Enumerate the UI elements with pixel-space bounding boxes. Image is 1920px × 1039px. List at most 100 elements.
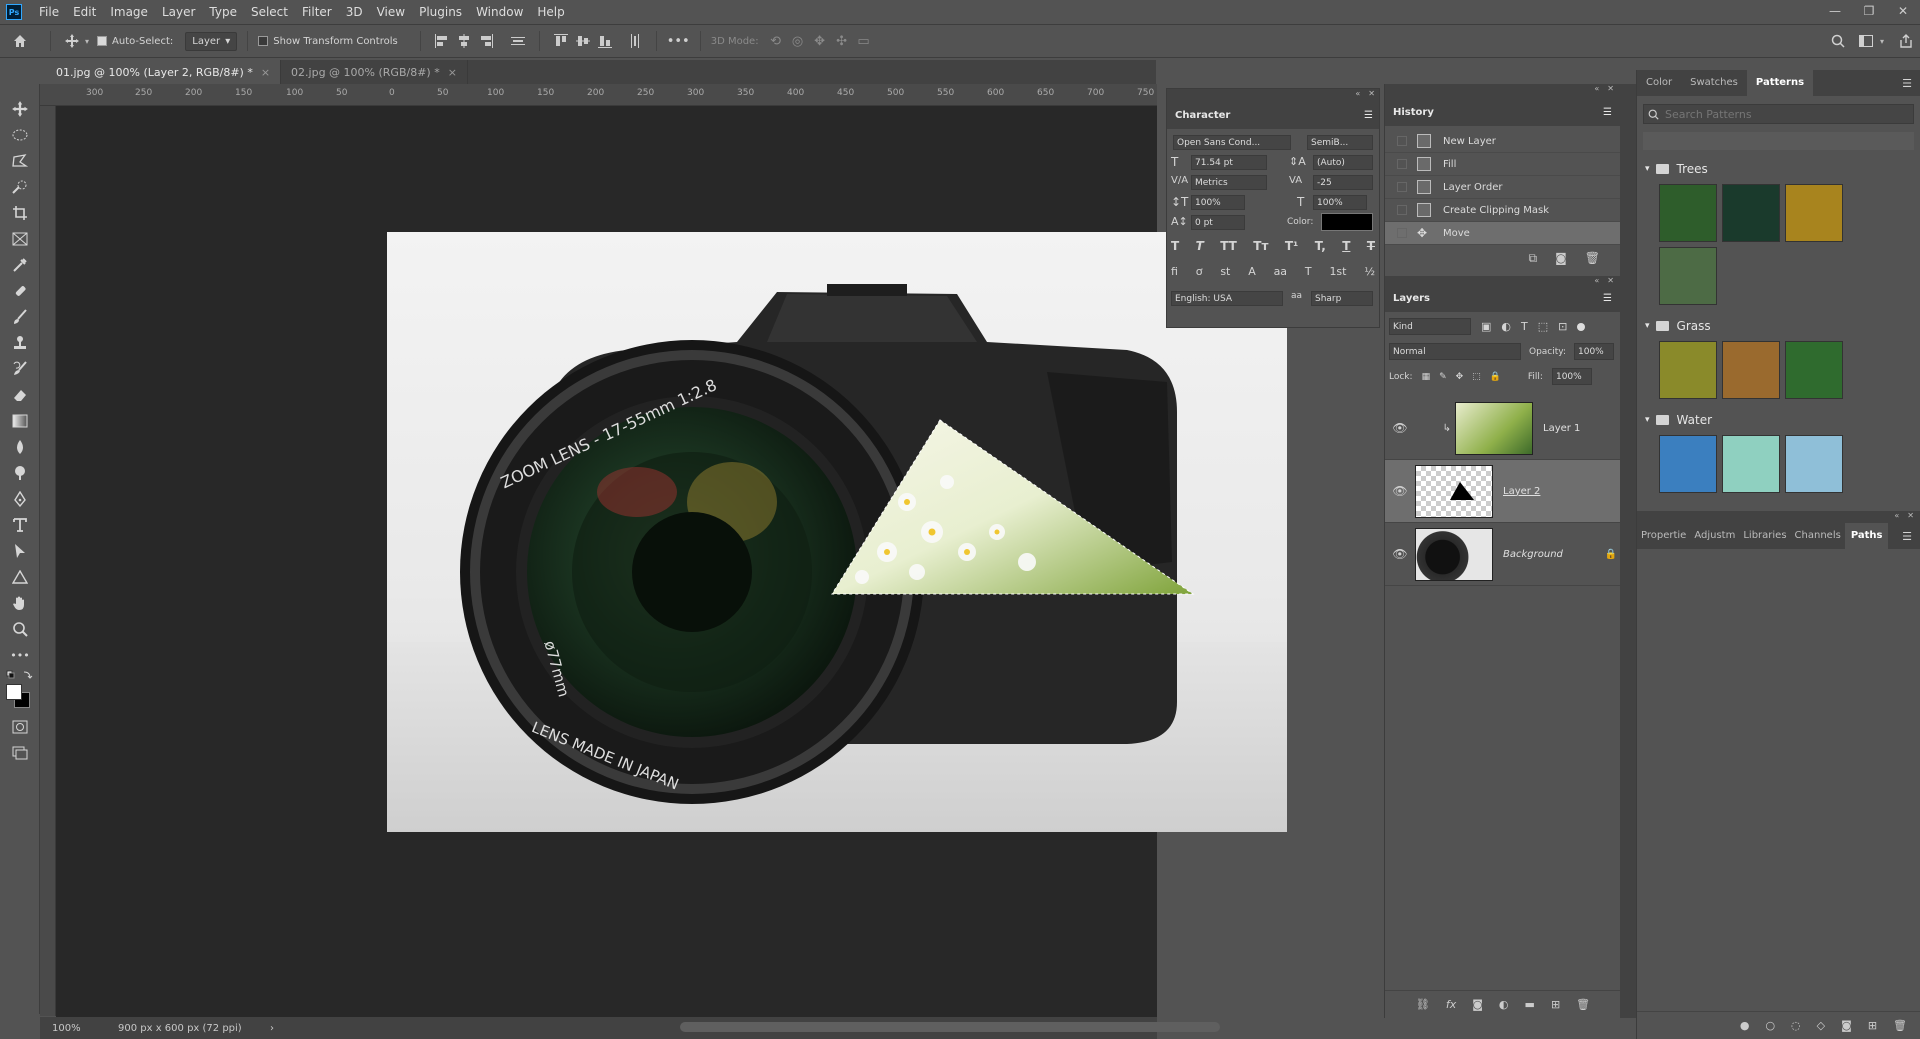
stroke-path-icon[interactable]: ○ [1765, 1019, 1775, 1032]
visibility-eye-icon[interactable]: 👁 [1385, 421, 1415, 435]
close-icon[interactable]: ✕ [1907, 511, 1914, 523]
lock-position-icon[interactable]: ✥ [1456, 372, 1464, 382]
close-icon[interactable]: × [448, 66, 457, 79]
close-icon[interactable]: × [261, 66, 270, 79]
font-size-input[interactable]: 71.54 pt [1191, 155, 1267, 170]
layer-name[interactable]: Layer 1 [1543, 423, 1580, 434]
trash-icon[interactable]: 🗑 [1585, 251, 1600, 266]
pattern-swatch[interactable] [1785, 184, 1843, 242]
opacity-input[interactable]: 100% [1574, 343, 1614, 360]
titling-button[interactable]: aa [1274, 265, 1287, 278]
small-caps-button[interactable]: Tт [1253, 239, 1268, 253]
ligatures-button[interactable]: fi [1171, 265, 1178, 278]
tab-properties[interactable]: Propertie [1637, 523, 1690, 549]
horizontal-scrollbar[interactable] [680, 1022, 1220, 1032]
panel-menu-icon[interactable]: ☰ [1364, 110, 1373, 121]
link-layers-icon[interactable]: ⛓ [1416, 998, 1430, 1011]
new-layer-icon[interactable]: ⊞ [1551, 998, 1560, 1011]
lasso-tool-icon[interactable] [0, 148, 40, 174]
underline-button[interactable]: T [1342, 239, 1350, 253]
pattern-swatch[interactable] [1722, 184, 1780, 242]
shape-tool-icon[interactable] [0, 564, 40, 590]
new-document-from-state-icon[interactable]: ⧉ [1529, 251, 1538, 266]
antialias-select[interactable]: Sharp [1311, 291, 1373, 306]
horizontal-ruler[interactable]: 300 250 200 150 100 50 0 50 100 150 200 … [64, 84, 1157, 106]
pattern-group-header[interactable]: ▾ Trees [1637, 158, 1920, 180]
restore-button[interactable]: ❐ [1852, 0, 1886, 24]
marquee-tool-icon[interactable] [0, 122, 40, 148]
menu-image[interactable]: Image [103, 0, 155, 24]
kerning-select[interactable]: Metrics [1191, 175, 1267, 190]
move-tool-preset-icon[interactable] [61, 30, 83, 52]
font-style-select[interactable]: SemiB... [1307, 135, 1373, 150]
snapshot-icon[interactable]: ◙ [1555, 251, 1567, 266]
distribute-icon[interactable] [507, 30, 529, 52]
close-icon[interactable]: ✕ [1368, 89, 1375, 101]
new-path-icon[interactable]: ⊞ [1868, 1019, 1877, 1032]
gradient-tool-icon[interactable] [0, 408, 40, 434]
dodge-tool-icon[interactable] [0, 460, 40, 486]
baseline-input[interactable]: 0 pt [1191, 215, 1245, 230]
align-vcenter-icon[interactable] [572, 30, 594, 52]
move-tool-icon[interactable] [0, 96, 40, 122]
lock-transparent-icon[interactable]: ▦ [1422, 372, 1431, 382]
screen-mode-icon[interactable] [0, 740, 40, 766]
panel-menu-icon[interactable]: ☰ [1902, 77, 1912, 90]
adjustment-layer-icon[interactable]: ◐ [1499, 998, 1509, 1011]
trash-icon[interactable]: 🗑 [1576, 998, 1590, 1011]
all-caps-button[interactable]: TT [1220, 239, 1237, 253]
language-select[interactable]: English: USA [1171, 291, 1283, 306]
lock-artboard-icon[interactable]: ⬚ [1472, 372, 1481, 382]
history-item[interactable]: Create Clipping Mask [1385, 199, 1620, 222]
layer-row[interactable]: 👁 ↳ Layer 1 [1385, 397, 1620, 460]
history-item[interactable]: Layer Order [1385, 176, 1620, 199]
tab-patterns[interactable]: Patterns [1746, 70, 1814, 96]
history-brush-tool-icon[interactable] [0, 356, 40, 382]
pattern-swatch[interactable] [1722, 341, 1780, 399]
menu-plugins[interactable]: Plugins [412, 0, 469, 24]
blur-tool-icon[interactable] [0, 434, 40, 460]
menu-help[interactable]: Help [530, 0, 571, 24]
visibility-eye-icon[interactable]: 👁 [1385, 547, 1415, 561]
layer-name[interactable]: Background [1503, 549, 1563, 560]
fill-path-icon[interactable]: ● [1740, 1019, 1750, 1032]
lock-image-icon[interactable]: ✎ [1439, 372, 1447, 382]
tab-document-01[interactable]: 01.jpg @ 100% (Layer 2, RGB/8#) * × [46, 60, 282, 84]
fx-icon[interactable]: fx [1446, 998, 1456, 1011]
layers-title[interactable]: Layers [1393, 293, 1430, 304]
strikethrough-button[interactable]: T [1367, 239, 1375, 253]
pattern-swatch[interactable] [1659, 184, 1717, 242]
chevron-down-icon[interactable]: ▾ [1880, 37, 1884, 46]
make-work-path-icon[interactable]: ◇ [1817, 1019, 1825, 1032]
history-item[interactable]: ✥ Move [1385, 222, 1620, 245]
search-patterns-field[interactable] [1643, 104, 1914, 124]
pattern-group-header[interactable]: ▾ Water [1637, 409, 1920, 431]
dock-divider[interactable] [1620, 84, 1636, 1018]
eraser-tool-icon[interactable] [0, 382, 40, 408]
history-title[interactable]: History [1393, 107, 1434, 118]
align-right-icon[interactable] [475, 30, 497, 52]
panel-menu-icon[interactable]: ☰ [1902, 530, 1912, 543]
swap-colors-icon[interactable] [6, 670, 36, 684]
layer-row[interactable]: 👁 Layer 2 [1385, 460, 1620, 523]
history-item[interactable]: New Layer [1385, 130, 1620, 153]
adjustment-filter-icon[interactable]: ◐ [1501, 320, 1511, 333]
align-bottom-icon[interactable] [594, 30, 616, 52]
collapse-icon[interactable]: « [1355, 89, 1360, 101]
tab-libraries[interactable]: Libraries [1739, 523, 1790, 549]
home-icon[interactable] [0, 30, 40, 52]
panel-menu-icon[interactable]: ☰ [1603, 107, 1612, 118]
faux-bold-button[interactable]: T [1171, 239, 1179, 253]
leading-input[interactable]: (Auto) [1313, 155, 1373, 170]
auto-select-checkbox[interactable] [97, 36, 108, 46]
zoom-tool-icon[interactable] [0, 616, 40, 642]
history-item[interactable]: Fill [1385, 153, 1620, 176]
faux-italic-button[interactable]: T [1196, 239, 1204, 253]
close-icon[interactable]: ✕ [1607, 276, 1614, 285]
document-info[interactable]: 900 px x 600 px (72 ppi) [118, 1023, 258, 1034]
tracking-select[interactable]: -25 [1313, 175, 1373, 190]
hand-tool-icon[interactable] [0, 590, 40, 616]
fractions-button[interactable]: ½ [1364, 265, 1375, 278]
layer-name[interactable]: Layer 2 [1503, 486, 1540, 497]
more-tools-icon[interactable]: ••• [0, 642, 40, 668]
